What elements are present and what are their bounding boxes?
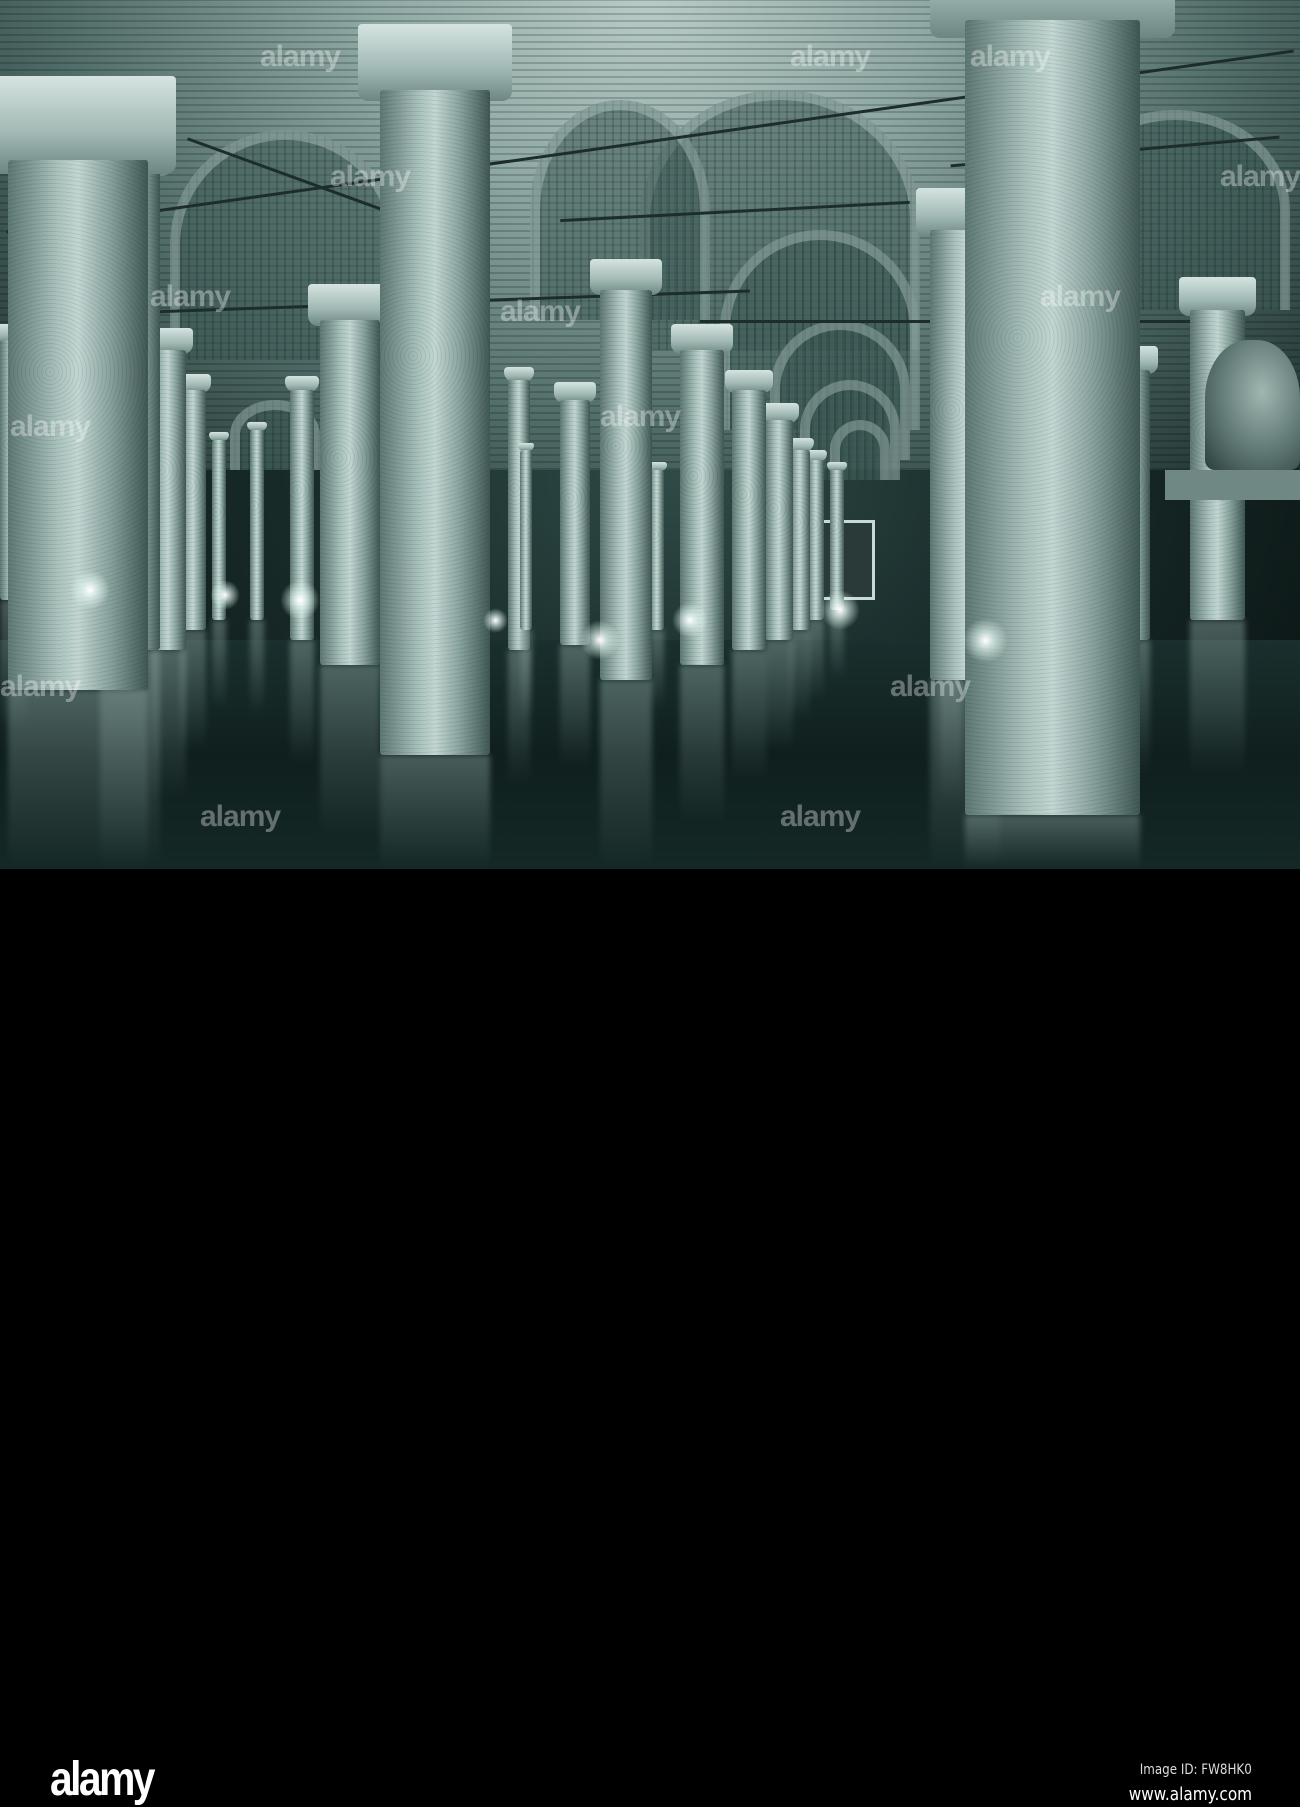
uplight-glow: [280, 580, 320, 620]
uplight-glow: [820, 590, 860, 630]
watermark: alamy: [10, 410, 91, 443]
stone-column: [732, 390, 766, 650]
uplight-glow: [672, 602, 708, 638]
column-reflection: [290, 640, 314, 765]
watermark: alamy: [330, 160, 411, 193]
column-reflection: [212, 620, 226, 710]
cistern-photo: alamy alamy alamy alamy alamy alamy alamy alamy…: [0, 0, 1300, 869]
uplight-glow: [210, 580, 240, 610]
uplight-glow: [482, 607, 508, 633]
column-reflection: [600, 680, 652, 869]
column-reflection: [790, 630, 810, 720]
stone-column: [965, 20, 1140, 815]
site-url[interactable]: www.alamy.com: [1129, 1784, 1252, 1805]
column-reflection: [8, 690, 148, 869]
lit-display-panel: [820, 520, 875, 600]
watermark: alamy: [970, 40, 1051, 73]
column-reflection: [765, 640, 793, 750]
watermark: alamy: [500, 295, 581, 328]
watermark: alamy: [0, 670, 81, 703]
stone-column: [765, 420, 793, 640]
watermark: alamy: [200, 800, 281, 833]
column-reflection: [965, 815, 1140, 869]
column-reflection: [650, 630, 664, 710]
stone-column: [650, 470, 664, 630]
visitor-figure: [1205, 340, 1300, 470]
column-reflection: [1190, 620, 1245, 775]
watermark: alamy: [1220, 160, 1300, 193]
column-reflection: [380, 755, 490, 869]
stone-column: [520, 450, 532, 630]
watermark: alamy: [780, 800, 861, 833]
stone-column: [250, 430, 264, 620]
column-reflection: [250, 620, 264, 715]
uplight-glow: [580, 620, 620, 660]
watermark: alamy: [1040, 280, 1121, 313]
column-reflection: [320, 665, 380, 838]
stone-column: [560, 400, 590, 645]
watermark: alamy: [890, 670, 971, 703]
column-reflection: [520, 630, 532, 720]
uplight-glow: [962, 617, 1008, 663]
stone-column: [830, 470, 844, 610]
footer-bar: alamy Image ID: FW8HK0 www.alamy.com: [0, 869, 1300, 1806]
column-reflection: [732, 650, 766, 780]
watermark: alamy: [150, 280, 231, 313]
watermark: alamy: [790, 40, 871, 73]
walkway-railing: [1165, 470, 1300, 500]
watermark: alamy: [600, 400, 681, 433]
stone-column: [808, 460, 824, 620]
stone-column: [320, 320, 380, 665]
stone-column: [790, 450, 810, 630]
column-reflection: [560, 645, 590, 768]
column-reflection: [680, 665, 724, 823]
uplight-glow: [70, 570, 110, 610]
alamy-logo: alamy: [50, 1753, 155, 1806]
image-id: Image ID: FW8HK0: [1139, 1762, 1252, 1778]
watermark: alamy: [260, 40, 341, 73]
column-reflection: [808, 620, 824, 700]
